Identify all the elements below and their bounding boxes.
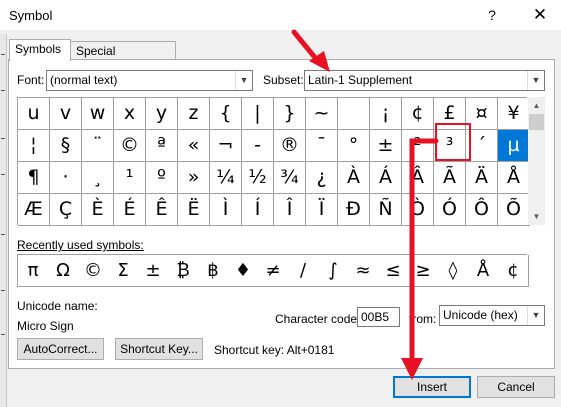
- annotation-arrows: [291, 29, 439, 380]
- arrow-head-icon: [401, 358, 423, 380]
- arrow-to-subset: [291, 29, 320, 63]
- arrow-to-insert: [409, 138, 439, 373]
